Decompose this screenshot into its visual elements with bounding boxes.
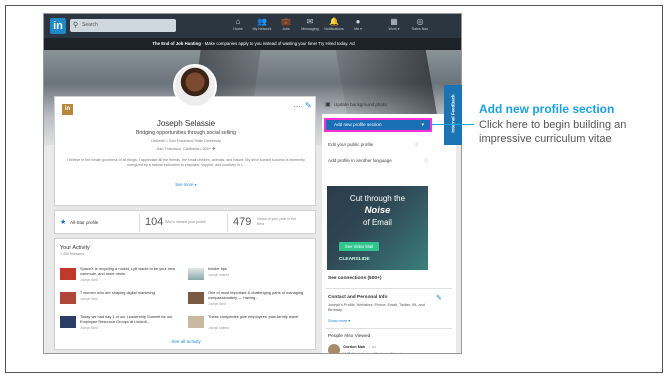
search-placeholder: Search [82, 22, 98, 28]
ad-line-2: Noise [364, 205, 391, 216]
ad-line-1: Cut through the [349, 194, 406, 203]
ad-brand: CLEARSLIDE [339, 257, 370, 262]
activity-item[interactable]: 7 women who are shaping digital marketin… [60, 290, 185, 311]
nav-me[interactable]: ● Me ▾ [344, 16, 372, 36]
right-sidebar: Add new profile section ▾ Edit your publ… [322, 114, 456, 354]
pav-name[interactable]: Gordon Mak [343, 345, 365, 349]
activity-by: Joseph liked [80, 326, 98, 330]
contact-info-title: Contact and Personal Info [328, 295, 388, 300]
activity-title: Your Activity [60, 245, 90, 251]
profile-top-card: in ··· ✎ Joseph Selassie Bridging opport… [54, 64, 317, 206]
activity-item[interactable]: These companies give employees 'paw-tern… [188, 314, 313, 335]
star-icon: ★ [60, 219, 67, 226]
profile-name: Joseph Selassie [156, 119, 216, 128]
help-icon: ⓘ [424, 158, 429, 163]
ad-label: Ad [349, 41, 355, 46]
activity-item[interactable]: SpaceX is recycling a rocket, Lyft wants… [60, 266, 185, 287]
linkedin-profile-screenshot: in ⚲ Search ⌂ Home 👥 My Network 💼 Jobs ✉… [43, 13, 462, 354]
chevron-down-icon: ▾ [421, 122, 424, 128]
activity-item[interactable]: Insider tips Joseph shared [188, 266, 313, 287]
top-navigation-bar: in ⚲ Search ⌂ Home 👥 My Network 💼 Jobs ✉… [44, 14, 461, 38]
profile-summary: I believe in the innate goodness of all … [67, 158, 305, 167]
avatar[interactable] [328, 344, 340, 353]
ad-cta-button[interactable]: See Video Mail [339, 242, 379, 251]
post-views-count[interactable]: 479 [233, 216, 251, 228]
ad-banner[interactable]: The End of Job Hunting - Make companies … [44, 38, 461, 50]
people-also-viewed-title: People Also Viewed [328, 334, 371, 339]
activity-item[interactable]: Today we had day 1 of our Leadership Sum… [60, 314, 185, 335]
profile-views-label: Who's viewed your profile [165, 220, 206, 224]
pencil-icon[interactable]: ✎ [436, 294, 442, 302]
camera-icon: ▣ [325, 102, 331, 108]
activity-text: SpaceX is recycling a rocket, Lyft wants… [80, 266, 176, 276]
add-section-label: Add new profile section [334, 122, 382, 127]
update-background-link[interactable]: Update background photo [334, 102, 387, 107]
activity-text: Insider tips [208, 266, 227, 271]
show-more-link[interactable]: Show more ▾ [328, 318, 350, 323]
profile-education: LinkedIn • San Francisco State Universit… [151, 139, 221, 143]
avatar[interactable] [173, 64, 217, 108]
profile-location: San Francisco, California • 500+ ✚ [156, 147, 216, 151]
activity-text: These companies give employees 'paw-tern… [208, 314, 299, 319]
contact-info-text: Joseph's Profile, Websites, Phone, Email… [328, 303, 425, 312]
activity-thumbnail [60, 268, 76, 280]
activity-text: 7 women who are shaping digital marketin… [80, 290, 155, 295]
see-more-link[interactable]: See more ▾ [55, 182, 317, 187]
activity-thumbnail [60, 292, 76, 304]
activity-thumbnail [188, 316, 204, 328]
ad-banner-bold: The End of Job Hunting [152, 41, 201, 46]
allstar-label: All-Star profile [70, 220, 99, 225]
feedback-tab-label: Internal Feedback [450, 94, 456, 133]
pencil-icon[interactable]: ✎ [305, 101, 312, 110]
pav-degree: • 1st [369, 345, 376, 349]
add-language-profile-link[interactable]: Add profile in another language [328, 158, 392, 163]
callout-text: Click here to begin building an impressi… [479, 119, 627, 145]
activity-thumbnail [188, 292, 204, 304]
pav-role: LMS Administrator | Customer Education [343, 352, 407, 354]
post-views-label: Views of your post in the feed [257, 217, 297, 226]
grid-icon: ▦ [390, 17, 398, 26]
edit-public-profile-link[interactable]: Edit your public profile [328, 142, 373, 147]
activity-thumbnail [60, 316, 76, 328]
see-connections-link[interactable]: See connections (500+) [328, 276, 381, 281]
internal-feedback-tab[interactable]: Internal Feedback [444, 85, 462, 145]
linkedin-logo[interactable]: in [50, 18, 66, 34]
activity-by: Joseph shared [208, 326, 229, 330]
me-icon: ● [355, 17, 361, 26]
nav-label: Sales Nav [411, 27, 429, 31]
nav-label: Work ▾ [388, 27, 400, 31]
profile-views-count[interactable]: 104 [145, 216, 163, 228]
ad-line-3: of Email [363, 218, 392, 227]
activity-thumbnail [188, 268, 204, 280]
profile-headline: Bridging opportunities through social se… [135, 130, 237, 136]
nav-sales-nav[interactable]: ◎ Sales Nav [406, 16, 434, 36]
activity-by: Joseph liked [80, 297, 98, 301]
activity-by: Joseph liked [208, 302, 226, 306]
callout-title: Add new profile section [479, 102, 615, 116]
activity-text: One of most important & challenging part… [208, 290, 304, 300]
company-logo: in [62, 104, 73, 115]
search-icon: ⚲ [73, 22, 79, 29]
profile-stats: ★ All-Star profile 104 Who's viewed your… [54, 210, 316, 234]
nav-label: Me ▾ [354, 27, 362, 31]
followers-count: 1,450 followers [60, 252, 85, 256]
activity-card: Your Activity 1,450 followers SpaceX is … [54, 238, 316, 350]
activity-by: Joseph liked [80, 278, 98, 282]
help-icon: ⓘ [414, 142, 419, 147]
sidebar-advertisement[interactable]: Cut through the Noise of Email See Video… [327, 186, 428, 270]
nav-work[interactable]: ▦ Work ▾ [380, 16, 408, 36]
more-options-icon[interactable]: ··· [293, 102, 301, 111]
callout-connector [432, 124, 474, 125]
add-new-profile-section-button[interactable]: Add new profile section ▾ [324, 118, 432, 132]
ad-banner-text: - Make companies apply to you instead of… [200, 41, 349, 46]
see-all-activity-link[interactable]: See all activity [55, 339, 317, 344]
activity-item[interactable]: One of most important & challenging part… [188, 290, 313, 311]
search-box[interactable]: ⚲ Search [70, 19, 176, 32]
activity-by: Joseph shared [208, 273, 229, 277]
activity-text: Today we had day 1 of our Leadership Sum… [80, 314, 173, 324]
compass-icon: ◎ [416, 17, 424, 26]
